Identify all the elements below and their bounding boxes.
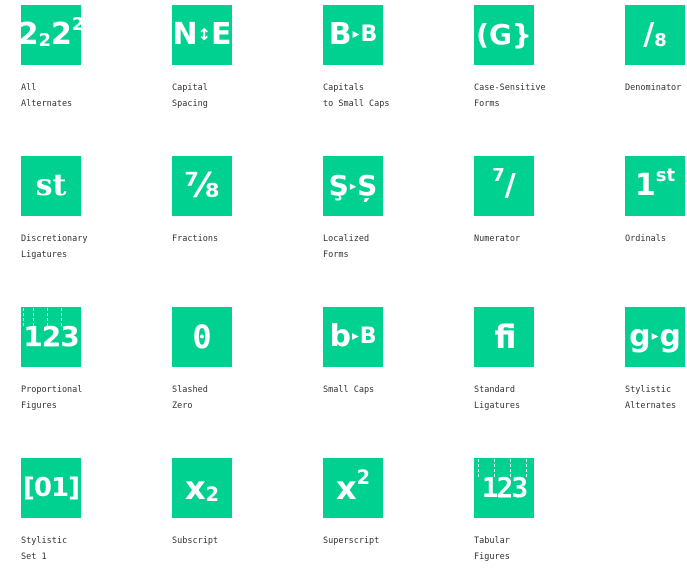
feature-label: Small Caps xyxy=(323,385,375,395)
guide-line xyxy=(23,308,24,326)
feature-label: All Alternates xyxy=(21,83,73,109)
feature-case-sensitive-forms[interactable]: (G} Case-Sensitive Forms xyxy=(474,5,604,125)
feature-label: Capitals to Small Caps xyxy=(323,83,390,109)
guide-line xyxy=(61,308,62,326)
discretionary-ligatures-icon: st xyxy=(21,156,81,216)
guide-line xyxy=(526,459,527,477)
feature-subscript[interactable]: x2 Subscript xyxy=(172,458,302,578)
fractions-icon: ⅞ xyxy=(172,156,232,216)
subscript-icon: x2 xyxy=(172,458,232,518)
feature-discretionary-ligatures[interactable]: st Discretionary Ligatures xyxy=(21,156,151,276)
small-caps-icon: b ▸ B xyxy=(323,307,383,367)
feature-stylistic-set-1[interactable]: [01] Stylistic Set 1 xyxy=(21,458,151,578)
guide-line xyxy=(478,459,479,477)
case-sensitive-forms-icon: (G} xyxy=(474,5,534,65)
feature-label: Case-Sensitive Forms xyxy=(474,83,546,109)
feature-capitals-to-small-caps[interactable]: B ▸ B Capitals to Small Caps xyxy=(323,5,453,125)
proportional-figures-icon: 123 xyxy=(21,307,81,367)
feature-tabular-figures[interactable]: 123 Tabular Figures xyxy=(474,458,604,578)
feature-label: Stylistic Alternates xyxy=(625,385,677,411)
numerator-icon: 7/ xyxy=(474,156,534,216)
superscript-icon: x2 xyxy=(323,458,383,518)
tabular-figures-icon: 123 xyxy=(474,458,534,518)
slashed-zero-icon: 0 xyxy=(172,307,232,367)
feature-ordinals[interactable]: 1st Ordinals xyxy=(625,156,687,276)
feature-label: Proportional Figures xyxy=(21,385,83,411)
feature-localized-forms[interactable]: Ş ▸ Ș Localized Forms xyxy=(323,156,453,276)
localized-forms-icon: Ş ▸ Ș xyxy=(323,156,383,216)
guide-line xyxy=(494,459,495,477)
feature-fractions[interactable]: ⅞ Fractions xyxy=(172,156,302,276)
stylistic-alternates-icon: g ▸ g xyxy=(625,307,685,367)
feature-label: Numerator xyxy=(474,234,521,244)
ordinals-icon: 1st xyxy=(625,156,685,216)
feature-small-caps[interactable]: b ▸ B Small Caps xyxy=(323,307,453,427)
feature-superscript[interactable]: x2 Superscript xyxy=(323,458,453,578)
feature-label: Tabular Figures xyxy=(474,536,510,562)
guide-line xyxy=(33,308,34,326)
feature-label: Ordinals xyxy=(625,234,666,244)
feature-slashed-zero[interactable]: 0 Slashed Zero xyxy=(172,307,302,427)
feature-label: Discretionary Ligatures xyxy=(21,234,88,260)
all-alternates-icon: 2222 xyxy=(21,5,81,65)
feature-label: Capital Spacing xyxy=(172,83,208,109)
feature-label: Subscript xyxy=(172,536,219,546)
feature-denominator[interactable]: /8 Denominator xyxy=(625,5,687,125)
guide-line xyxy=(510,459,511,477)
capital-spacing-icon: N ↕ E xyxy=(172,5,232,65)
feature-label: Denominator xyxy=(625,83,682,93)
stylistic-set-1-icon: [01] xyxy=(21,458,81,518)
feature-label: Fractions xyxy=(172,234,219,244)
standard-ligatures-icon: fi xyxy=(474,307,534,367)
denominator-icon: /8 xyxy=(625,5,685,65)
feature-label: Stylistic Set 1 xyxy=(21,536,68,562)
feature-label: Superscript xyxy=(323,536,380,546)
feature-proportional-figures[interactable]: 123 Proportional Figures xyxy=(21,307,151,427)
guide-line xyxy=(47,308,48,326)
feature-numerator[interactable]: 7/ Numerator xyxy=(474,156,604,276)
feature-label: Localized Forms xyxy=(323,234,370,260)
feature-label: Standard Ligatures xyxy=(474,385,521,411)
feature-stylistic-alternates[interactable]: g ▸ g Stylistic Alternates xyxy=(625,307,687,427)
feature-all-alternates[interactable]: 2222 All Alternates xyxy=(21,5,151,125)
feature-label: Slashed Zero xyxy=(172,385,208,411)
capitals-to-small-caps-icon: B ▸ B xyxy=(323,5,383,65)
feature-standard-ligatures[interactable]: fi Standard Ligatures xyxy=(474,307,604,427)
feature-capital-spacing[interactable]: N ↕ E Capital Spacing xyxy=(172,5,302,125)
